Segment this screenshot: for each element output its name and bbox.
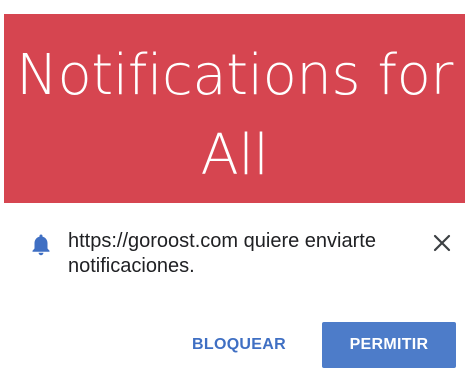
banner-title-line2: All [200, 123, 269, 188]
close-icon[interactable] [432, 233, 452, 253]
banner-title-line1: Notifications for [16, 43, 453, 108]
notification-permission-prompt: https://goroost.com quiere enviarte noti… [4, 203, 470, 368]
banner-title: Notifications for All [4, 14, 465, 196]
bell-icon [32, 234, 50, 256]
prompt-message: https://goroost.com quiere enviarte noti… [68, 230, 376, 277]
hero-banner: Notifications for All [4, 14, 465, 203]
allow-button[interactable]: PERMITIR [322, 322, 456, 368]
block-button[interactable]: BLOQUEAR [182, 325, 296, 365]
